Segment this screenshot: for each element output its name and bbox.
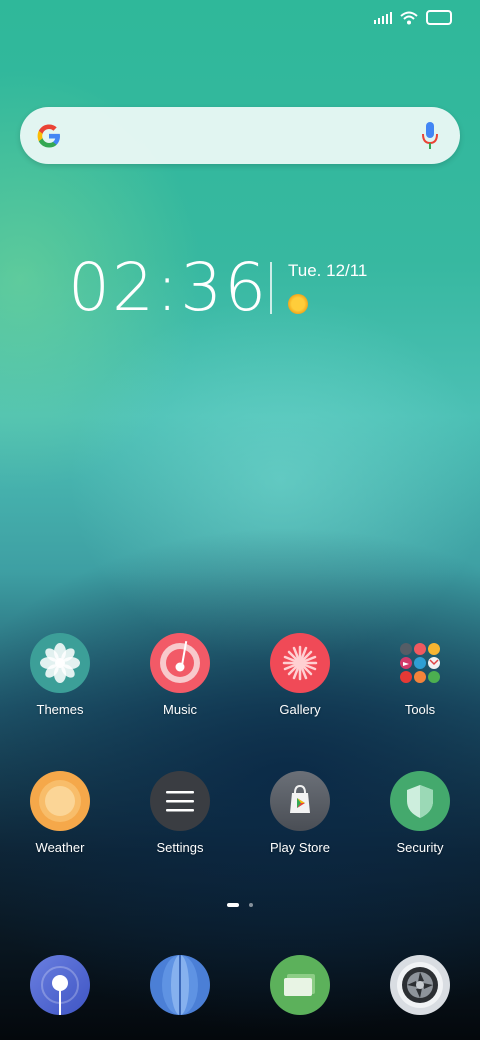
page-indicator <box>0 903 480 907</box>
app-label: Gallery <box>279 702 321 717</box>
app-play-store[interactable]: Play Store <box>240 771 360 855</box>
gallery-icon <box>270 633 330 693</box>
themes-icon <box>30 633 90 693</box>
clock-time[interactable]: 02:36 <box>68 248 268 328</box>
app-label: Themes <box>36 702 84 717</box>
app-themes[interactable]: Themes <box>0 633 120 717</box>
app-label: Weather <box>35 840 85 855</box>
sun-icon <box>288 294 308 314</box>
tools-folder-icon <box>390 633 450 693</box>
messages-icon[interactable] <box>270 955 330 1015</box>
phone-icon[interactable] <box>30 955 90 1015</box>
clock-date[interactable]: Tue. 12/11 <box>288 261 367 281</box>
browser-icon[interactable] <box>150 955 210 1015</box>
camera-icon[interactable] <box>390 955 450 1015</box>
page-dot-active <box>227 903 239 907</box>
weather-icon <box>30 771 90 831</box>
play-store-icon <box>270 771 330 831</box>
app-music[interactable]: Music <box>120 633 240 717</box>
signal-bars-icon <box>374 11 392 24</box>
app-security[interactable]: Security <box>360 771 480 855</box>
settings-icon <box>150 771 210 831</box>
app-weather[interactable]: Weather <box>0 771 120 855</box>
google-g-icon <box>37 124 60 148</box>
wifi-icon <box>400 11 418 24</box>
app-label: Play Store <box>270 840 330 855</box>
folder-tools[interactable]: Tools <box>360 633 480 717</box>
app-gallery[interactable]: Gallery <box>240 633 360 717</box>
status-bar <box>374 10 452 25</box>
mic-icon[interactable] <box>422 122 438 150</box>
clock-divider <box>270 262 272 314</box>
app-label: Settings <box>156 840 204 855</box>
battery-icon <box>426 10 452 25</box>
app-label: Music <box>163 702 197 717</box>
app-label: Tools <box>404 702 436 717</box>
app-label: Security <box>396 840 444 855</box>
security-icon <box>390 771 450 831</box>
page-dot[interactable] <box>249 903 253 907</box>
app-settings[interactable]: Settings <box>120 771 240 855</box>
google-search-bar[interactable] <box>20 107 460 164</box>
music-icon <box>150 633 210 693</box>
